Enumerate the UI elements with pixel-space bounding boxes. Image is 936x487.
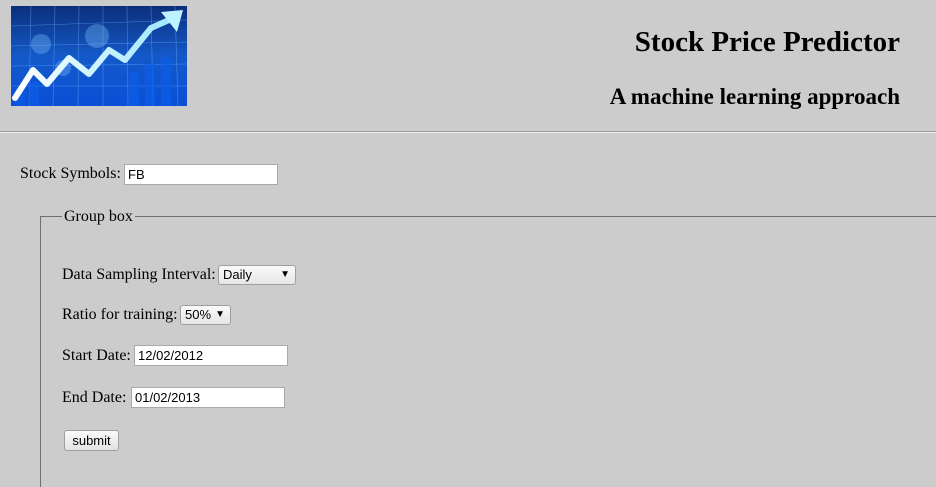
page-subtitle: A machine learning approach [609, 84, 900, 109]
sampling-interval-label: Data Sampling Interval: [62, 266, 216, 283]
training-ratio-value: 50% [185, 307, 212, 322]
start-date-input[interactable] [134, 345, 288, 366]
stock-symbols-label: Stock Symbols: [20, 165, 121, 182]
end-date-label: End Date: [62, 389, 127, 406]
submit-button[interactable]: submit [64, 430, 119, 451]
start-date-label: Start Date: [62, 347, 131, 364]
end-date-input[interactable] [131, 387, 285, 408]
chevron-down-icon: ▼ [215, 309, 225, 320]
training-ratio-select[interactable]: 50% ▼ [180, 305, 231, 325]
sampling-interval-value: Daily [223, 267, 252, 282]
stock-symbols-input[interactable] [124, 164, 278, 185]
page-title: Stock Price Predictor [634, 26, 900, 58]
chevron-down-icon: ▼ [280, 269, 290, 280]
header-divider [0, 131, 936, 133]
group-box-legend: Group box [62, 207, 135, 227]
stock-chart-logo [11, 6, 187, 106]
training-ratio-label: Ratio for training: [62, 306, 178, 323]
sampling-interval-select[interactable]: Daily ▼ [218, 265, 296, 285]
